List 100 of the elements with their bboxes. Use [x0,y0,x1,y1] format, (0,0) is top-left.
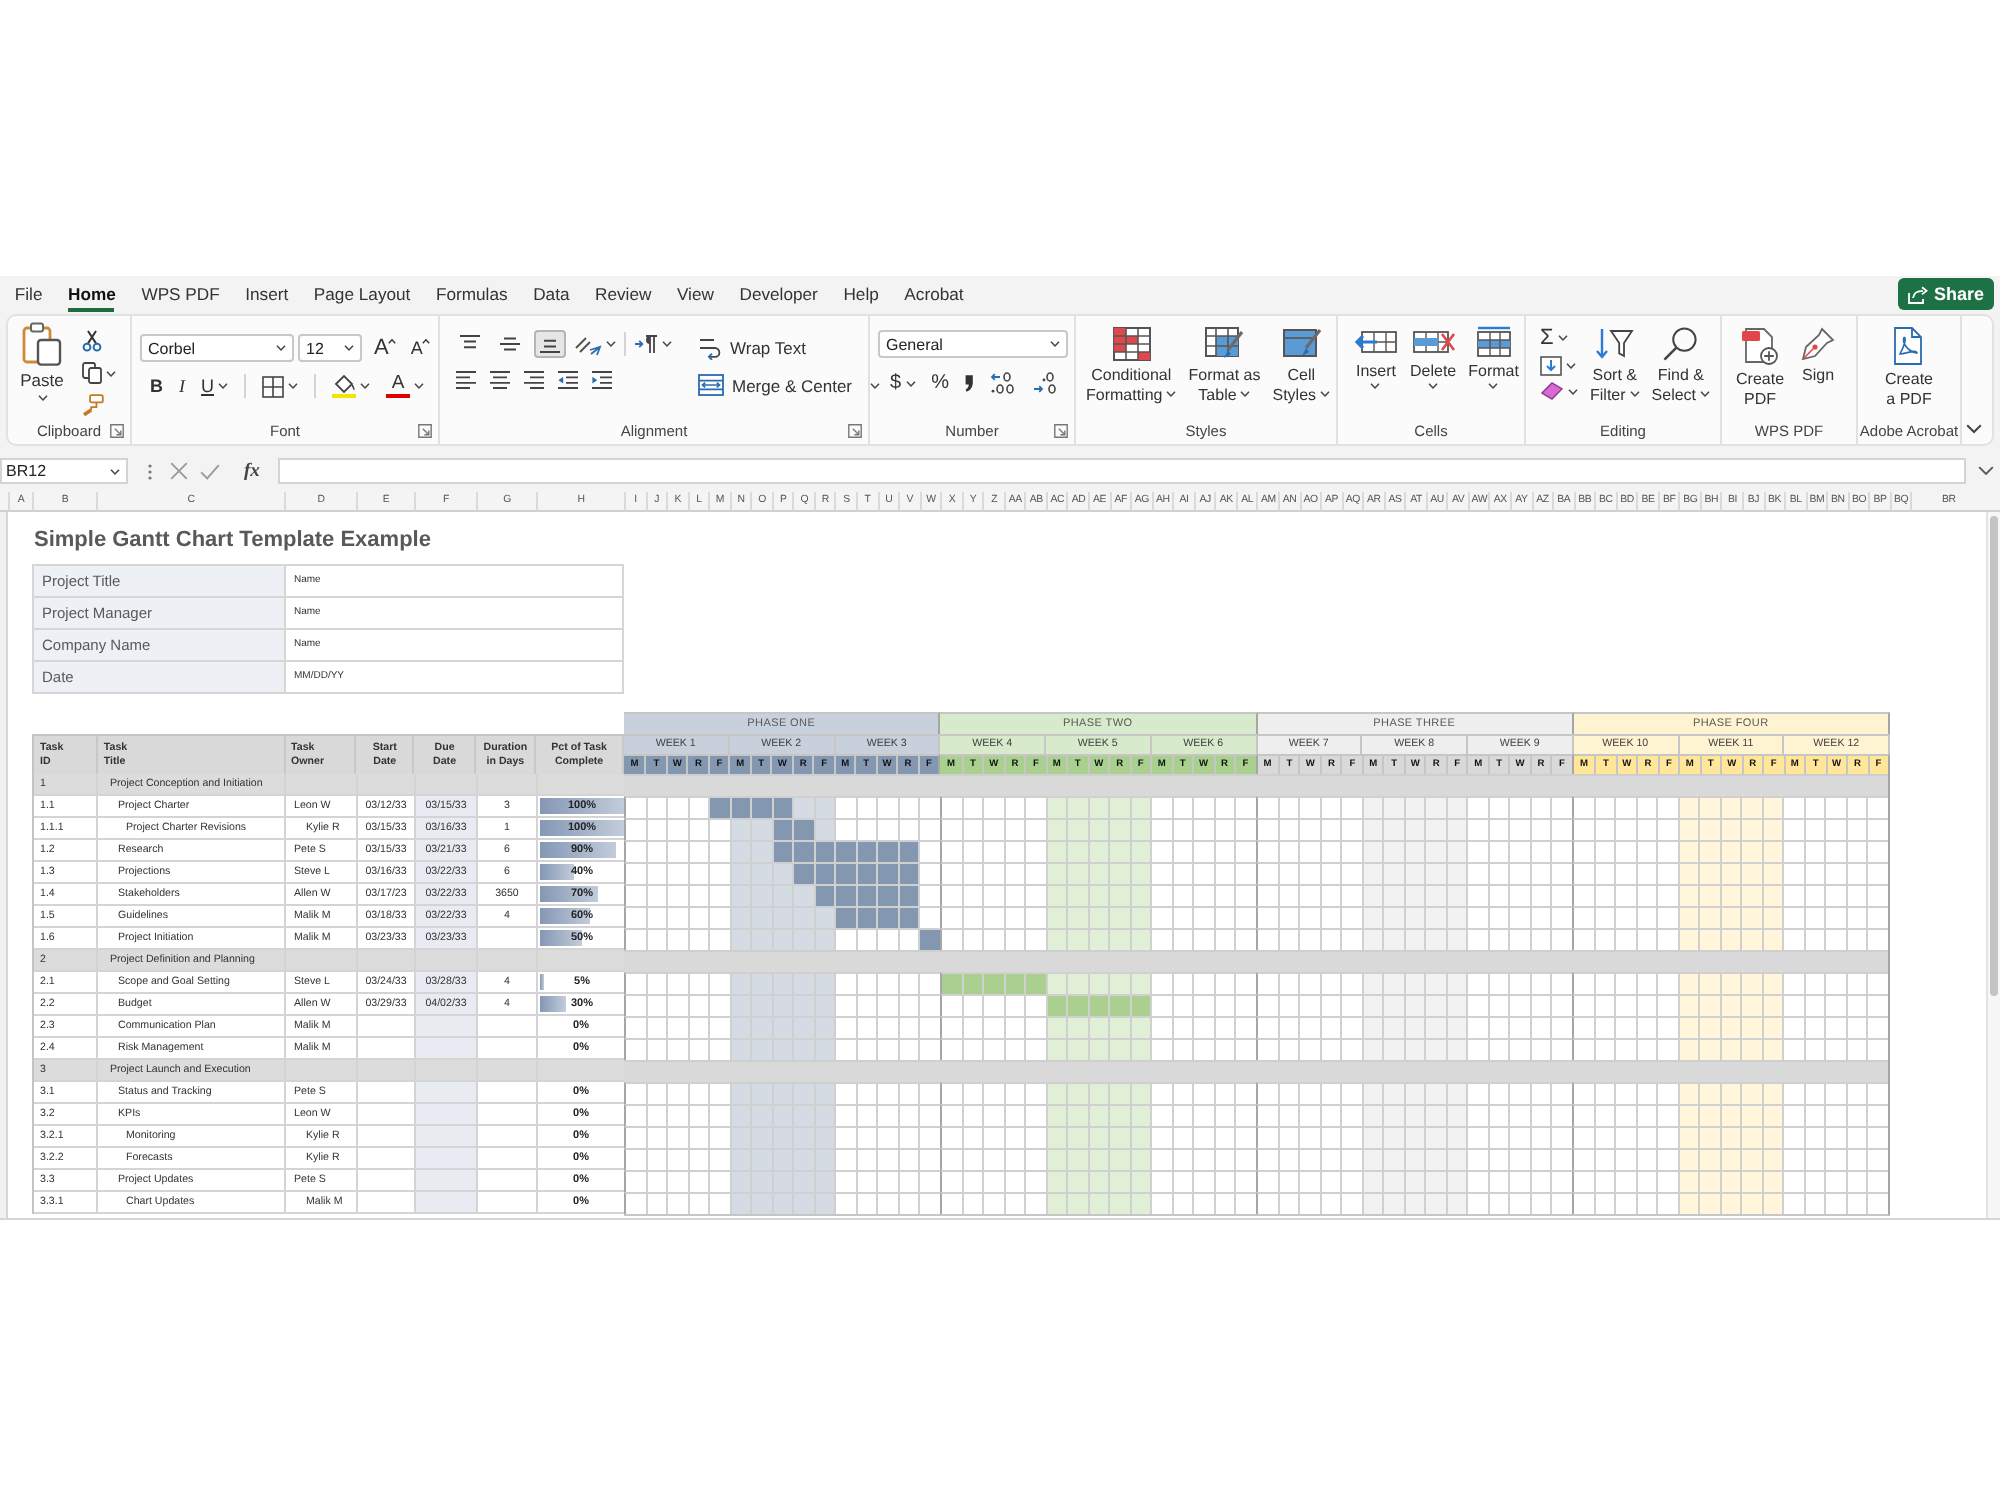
styles-button[interactable]: Conditional Formatting [1086,326,1177,404]
caret-icon [414,382,424,390]
underline-button[interactable]: U [201,375,214,397]
align-middle-icon [498,334,522,354]
dialog-launcher-icon[interactable] [848,424,862,438]
editing-button[interactable]: Find & Select [1651,326,1711,404]
delete-cells-icon [1411,326,1456,358]
decrease-indent-icon[interactable] [556,370,580,390]
text-angle-icon[interactable] [574,332,602,356]
autosum-button[interactable]: Σ [1540,326,1554,350]
fill-bucket-icon[interactable] [332,374,356,398]
copy-icon[interactable] [82,362,102,384]
cell-brush-icon [1281,326,1322,362]
caret-icon [1050,340,1060,348]
caret-icon [1557,334,1568,342]
caret-icon [606,340,616,348]
merge-center-button[interactable]: Merge & Center [698,374,852,396]
eraser-icon[interactable] [1540,382,1564,400]
wrap-text-button[interactable]: Wrap Text [698,336,806,360]
bold-button[interactable]: B [150,375,163,397]
comma-style-icon[interactable] [964,374,975,392]
merge-cells-icon [698,374,724,396]
caret-icon [662,340,672,348]
paste-button[interactable]: Paste [16,322,68,418]
menu-tab[interactable]: File [2,276,56,312]
menu-tab[interactable]: WPS PDF [128,276,233,312]
align-right-icon[interactable] [522,370,546,390]
share-button[interactable]: Share [1897,278,1994,310]
borders-icon[interactable] [262,375,284,397]
menu-tab[interactable]: Help [830,276,892,312]
pdf-button[interactable]: Create PDF [1736,326,1785,408]
caret-icon [905,379,916,387]
align-left-icon[interactable] [454,370,478,390]
name-box[interactable]: BR12 [0,458,128,484]
cells-button[interactable]: Format [1468,326,1519,389]
caret-icon [1370,381,1381,389]
caret-icon [1700,390,1711,399]
caret-icon [1568,387,1578,395]
paintbrush-icon[interactable] [82,394,104,416]
caret-icon[interactable] [1966,424,1982,434]
insert-cells-icon [1354,326,1398,358]
check-icon[interactable] [200,463,220,479]
italic-button[interactable]: I [179,375,185,397]
scissors-icon[interactable] [82,330,102,352]
currency-button[interactable]: $ [890,372,902,394]
clipboard-icon [22,322,62,366]
paragraph-direction-icon[interactable] [634,334,658,354]
caret-icon [1488,381,1499,389]
increase-decimal-icon[interactable] [990,372,1017,394]
menu-tab[interactable]: Acrobat [891,276,977,312]
vertical-align-button[interactable] [534,330,566,358]
font-size-field[interactable]: 12 [298,334,362,362]
wrap-text-icon [698,336,722,360]
increase-indent-icon[interactable] [590,370,614,390]
table-brush-icon [1204,326,1245,362]
styles-button[interactable]: Cell Styles [1272,326,1331,404]
conditional-format-grid-icon [1111,326,1152,362]
format-cells-icon [1471,326,1516,358]
shrink-font-button[interactable]: A [410,337,431,359]
caret-icon [1166,390,1177,399]
percent-button[interactable]: % [931,372,949,394]
menu-tab[interactable]: Review [582,276,665,312]
styles-button[interactable]: Format as Table [1188,326,1261,404]
menu-tab[interactable]: Page Layout [301,276,424,312]
decrease-decimal-icon[interactable] [1032,372,1059,394]
caret-icon [218,382,228,390]
caret-up-icon [422,337,431,343]
grow-font-button[interactable]: A [374,337,397,359]
menu-tab[interactable]: Insert [232,276,302,312]
number-format-field[interactable]: General [878,330,1068,358]
menu-tab[interactable]: View [664,276,727,312]
caret-icon [288,382,298,390]
menu-tab[interactable]: Data [520,276,583,312]
caret-icon [1566,362,1576,370]
cells-button[interactable]: Delete [1410,326,1457,389]
menu-tab[interactable]: Developer [726,276,831,312]
dialog-launcher-icon[interactable] [418,424,432,438]
caret-icon [110,467,120,475]
dialog-launcher-icon[interactable] [1054,424,1068,438]
fill-down-icon[interactable] [1540,356,1562,376]
create-pdf-button[interactable]: Create a PDF [1884,326,1933,408]
font-color-button[interactable]: A [386,374,410,398]
caret-icon [276,344,286,352]
caret-icon [344,344,354,352]
editing-button[interactable]: Sort & Filter [1590,326,1640,404]
menu-tab[interactable]: Formulas [423,276,521,312]
document-icon [1892,326,1925,366]
caret-icon[interactable] [1978,466,1994,476]
cancel-icon[interactable] [170,462,188,480]
pdf-button[interactable]: Sign [1800,326,1837,385]
align-bottom-icon [538,334,562,354]
document-add-icon [1740,326,1780,366]
formula-input[interactable] [277,458,1966,484]
align-center-icon[interactable] [488,370,512,390]
caret-icon [106,369,116,377]
pen-nib-icon [1800,326,1837,362]
insert-function-button[interactable]: fx [244,461,260,481]
dialog-launcher-icon[interactable] [110,424,124,438]
cells-button[interactable]: Insert [1354,326,1398,389]
font-name-field[interactable]: Corbel [140,334,294,362]
